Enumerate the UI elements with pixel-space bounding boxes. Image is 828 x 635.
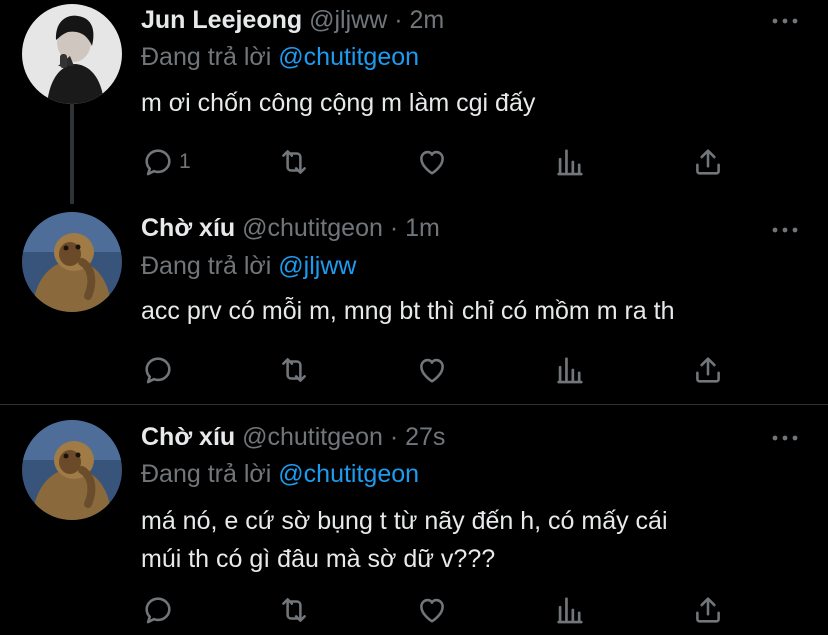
more-icon[interactable]	[770, 16, 800, 26]
analytics-button[interactable]	[553, 353, 587, 387]
more-icon[interactable]	[770, 225, 800, 235]
tweet-text-line: múi th có gì đâu mà sờ dữ v???	[141, 545, 496, 573]
share-button[interactable]	[691, 353, 725, 387]
retweet-button[interactable]	[277, 593, 311, 627]
tweet-text-line: má nó, e cứ sờ bụng t từ nãy đến h, có m…	[141, 507, 668, 535]
tweet-header: Jun Leejeong @jljww · 2m	[141, 6, 444, 35]
replying-to: Đang trả lời @chutitgeon	[141, 43, 419, 72]
reply-mention-link[interactable]: @chutitgeon	[278, 460, 419, 488]
share-icon	[691, 145, 725, 179]
user-handle[interactable]: @chutitgeon	[242, 214, 383, 242]
retweet-icon	[277, 593, 311, 627]
display-name[interactable]: Jun Leejeong	[141, 6, 302, 34]
share-button[interactable]	[691, 145, 725, 179]
reply-mention-link[interactable]: @chutitgeon	[278, 43, 419, 71]
like-button[interactable]	[415, 593, 449, 627]
display-name[interactable]: Chờ xíu	[141, 214, 235, 242]
replying-to: Đang trả lời @jljww	[141, 252, 356, 281]
tweet-text: acc prv có mỗi m, mng bt thì chỉ có mồm …	[141, 292, 674, 330]
retweet-button[interactable]	[277, 145, 311, 179]
tweet-3[interactable]: Chờ xíu @chutitgeon · 27s Đang trả lời @…	[0, 405, 828, 635]
reply-icon	[141, 353, 175, 387]
user-handle[interactable]: @jljww	[309, 6, 387, 34]
like-icon	[415, 145, 449, 179]
separator-dot: ·	[394, 6, 403, 34]
like-icon	[415, 593, 449, 627]
share-icon	[691, 353, 725, 387]
display-name[interactable]: Chờ xíu	[141, 423, 235, 451]
replying-prefix: Đang trả lời	[141, 252, 272, 280]
action-bar: 1	[141, 145, 741, 179]
reply-button[interactable]	[141, 593, 179, 627]
analytics-button[interactable]	[553, 593, 587, 627]
reply-mention-link[interactable]: @jljww	[278, 252, 356, 280]
share-icon	[691, 593, 725, 627]
like-icon	[415, 353, 449, 387]
analytics-icon	[553, 145, 587, 179]
tweet-1[interactable]: Jun Leejeong @jljww · 2m Đang trả lời @c…	[0, 0, 828, 200]
replying-prefix: Đang trả lời	[141, 460, 272, 488]
timestamp[interactable]: 27s	[405, 423, 445, 451]
reply-icon	[141, 593, 175, 627]
retweet-icon	[277, 353, 311, 387]
tweet-header: Chờ xíu @chutitgeon · 27s	[141, 423, 445, 452]
tweet-text-line: m ơi chốn công cộng m làm cgi đấy	[141, 89, 536, 117]
retweet-button[interactable]	[277, 353, 311, 387]
like-button[interactable]	[415, 353, 449, 387]
timestamp[interactable]: 1m	[405, 214, 440, 242]
separator-dot: ·	[389, 423, 399, 451]
analytics-icon	[553, 593, 587, 627]
replying-to: Đang trả lời @chutitgeon	[141, 460, 419, 489]
reply-count: 1	[179, 150, 191, 173]
avatar[interactable]	[22, 212, 122, 312]
tweet-text: m ơi chốn công cộng m làm cgi đấy	[141, 84, 535, 122]
action-bar	[141, 353, 741, 387]
retweet-icon	[277, 145, 311, 179]
user-handle[interactable]: @chutitgeon	[242, 423, 383, 451]
timestamp[interactable]: 2m	[409, 6, 444, 34]
analytics-icon	[553, 353, 587, 387]
tweet-2[interactable]: Chờ xíu @chutitgeon · 1m Đang trả lời @j…	[0, 200, 828, 404]
analytics-button[interactable]	[553, 145, 587, 179]
reply-icon	[141, 145, 175, 179]
avatar[interactable]	[22, 4, 122, 104]
share-button[interactable]	[691, 593, 725, 627]
tweet-header: Chờ xíu @chutitgeon · 1m	[141, 214, 440, 243]
action-bar	[141, 593, 741, 627]
reply-button[interactable]: 1	[141, 145, 191, 179]
reply-button[interactable]	[141, 353, 179, 387]
tweet-text-line: acc prv có mỗi m, mng bt thì chỉ có mồm …	[141, 297, 675, 325]
avatar[interactable]	[22, 420, 122, 520]
replying-prefix: Đang trả lời	[141, 43, 272, 71]
more-icon[interactable]	[770, 433, 800, 443]
tweet-text: má nó, e cứ sờ bụng t từ nãy đến h, có m…	[141, 502, 668, 578]
like-button[interactable]	[415, 145, 449, 179]
separator-dot: ·	[389, 214, 399, 242]
